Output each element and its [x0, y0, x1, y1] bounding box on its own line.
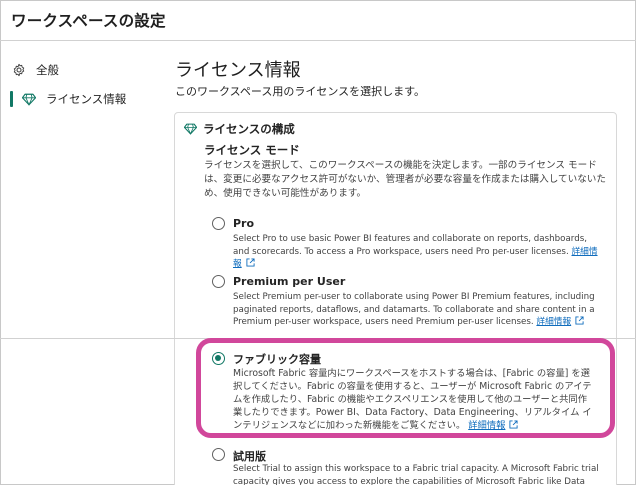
learn-more-link[interactable]: 詳細情報 — [536, 317, 571, 327]
option-title-pro: Pro — [233, 217, 255, 230]
section-subtitle: このワークスペース用のライセンスを選択します。 — [175, 85, 426, 98]
card-heading-label: ライセンスの構成 — [203, 122, 295, 136]
sidebar-item-license[interactable]: ライセンス情報 — [10, 88, 126, 110]
header-divider — [0, 40, 636, 41]
option-description-trial: Select Trial to assign this workspace to… — [233, 464, 599, 485]
premium-per-user-radio[interactable] — [212, 275, 225, 288]
page-title: ワークスペースの設定 — [11, 12, 166, 30]
external-link-icon — [246, 258, 255, 272]
sidebar-item-label: 全般 — [36, 63, 59, 77]
sidebar-item-general[interactable]: 全般 — [10, 59, 59, 81]
external-link-icon — [575, 316, 584, 330]
option-title-trial: 試用版 — [233, 450, 266, 463]
gear-icon — [10, 61, 28, 79]
diamond-icon — [20, 90, 38, 108]
highlight-callout — [196, 338, 615, 438]
pro-radio[interactable] — [212, 217, 225, 230]
option-description-pro: Select Pro to use basic Power BI feature… — [233, 233, 603, 272]
option-description-ppu: Select Premium per-user to collaborate u… — [233, 291, 603, 330]
option-title-ppu: Premium per User — [233, 275, 346, 288]
option-description-text: Select Pro to use basic Power BI feature… — [233, 234, 588, 257]
card-heading: ライセンスの構成 — [184, 121, 295, 137]
diamond-icon — [184, 123, 197, 135]
license-mode-description: ライセンスを選択して、このワークスペースの機能を決定します。一部のライセンス モ… — [204, 160, 606, 199]
sidebar-item-label: ライセンス情報 — [46, 92, 127, 106]
trial-radio[interactable] — [212, 448, 225, 461]
section-title: ライセンス情報 — [175, 60, 301, 81]
license-mode-heading: ライセンス モード — [204, 143, 300, 157]
